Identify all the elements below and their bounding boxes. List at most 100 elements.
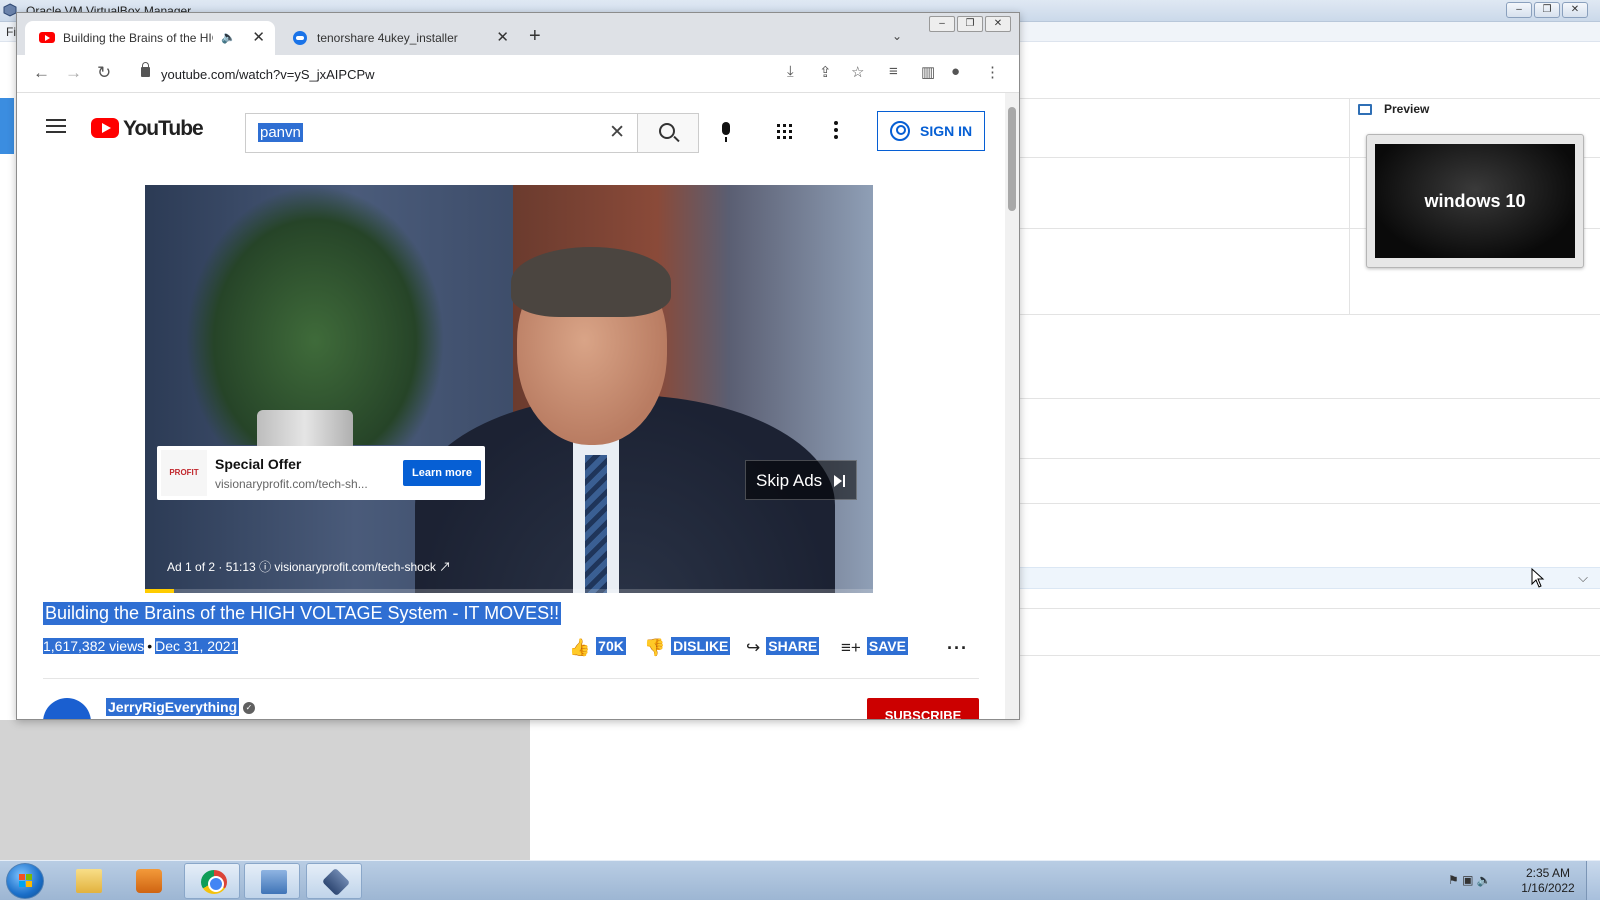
chrome-window: Building the Brains of the HIGH VOLTAGE … bbox=[16, 12, 1020, 720]
control-panel-icon bbox=[261, 870, 287, 894]
taskbar-control-panel[interactable] bbox=[244, 863, 300, 899]
vbox-lower-panel bbox=[0, 720, 530, 860]
taskbar-clock[interactable]: 2:35 AM 1/16/2022 bbox=[1518, 866, 1578, 896]
action-center-flag-icon[interactable]: ⚑ bbox=[1448, 873, 1459, 887]
ad-counter: Ad 1 of 2 · 51:13 bbox=[167, 560, 256, 574]
learn-more-button[interactable]: Learn more bbox=[403, 460, 481, 486]
search-input[interactable]: panvn ✕ bbox=[245, 113, 637, 153]
search-button[interactable] bbox=[637, 113, 699, 153]
search-icon bbox=[659, 123, 675, 139]
close-tab-icon[interactable]: ✕ bbox=[252, 28, 265, 46]
microphone-icon[interactable] bbox=[722, 122, 730, 142]
chrome-menu-icon[interactable]: ⋮ bbox=[985, 63, 1000, 81]
chevron-down-icon[interactable]: ⌵ bbox=[1578, 570, 1588, 586]
ad-url[interactable]: visionaryprofit.com/tech-sh... bbox=[215, 477, 368, 491]
url-text[interactable]: youtube.com/watch?v=yS_jxAIPCPw bbox=[161, 67, 375, 82]
youtube-favicon-icon bbox=[39, 32, 55, 43]
show-desktop-button[interactable] bbox=[1586, 861, 1600, 900]
virtualbox-icon bbox=[321, 867, 351, 897]
tab-youtube[interactable]: Building the Brains of the HIGH VOLTAGE … bbox=[25, 21, 275, 55]
start-button[interactable] bbox=[6, 863, 44, 899]
taskbar-explorer[interactable] bbox=[60, 863, 116, 899]
tab-tenorshare[interactable]: tenorshare 4ukey_installer ✕ bbox=[279, 21, 519, 55]
clock-time: 2:35 AM bbox=[1525, 866, 1571, 880]
advertiser-logo: PROFIT bbox=[161, 450, 207, 496]
subscribe-button[interactable]: SUBSCRIBE bbox=[867, 698, 979, 719]
sign-in-button[interactable]: SIGN IN bbox=[877, 111, 985, 151]
minimize-button[interactable]: – bbox=[1506, 2, 1532, 18]
install-app-icon[interactable]: ⤓ bbox=[787, 63, 794, 80]
close-tab-icon[interactable]: ✕ bbox=[496, 28, 509, 46]
preview-header[interactable]: Preview bbox=[1384, 102, 1429, 116]
restore-button[interactable]: ❐ bbox=[1534, 2, 1560, 18]
channel-name[interactable]: JerryRigEverything bbox=[106, 698, 240, 716]
upload-date: Dec 31, 2021 bbox=[155, 638, 239, 654]
forward-arrow-icon[interactable]: → bbox=[65, 63, 82, 83]
windows-taskbar: ⚑ ▣ 🔈 2:35 AM 1/16/2022 bbox=[0, 860, 1600, 900]
lock-icon[interactable] bbox=[141, 62, 150, 77]
browser-toolbar: ← → ↻ youtube.com/watch?v=yS_jxAIPCPw ⤓ … bbox=[17, 55, 1019, 93]
apps-grid-icon[interactable] bbox=[777, 124, 792, 139]
clock-date: 1/16/2022 bbox=[1521, 881, 1575, 895]
more-actions-icon[interactable]: ··· bbox=[947, 638, 968, 659]
vm-list-selection[interactable] bbox=[0, 98, 14, 154]
taskbar-chrome[interactable] bbox=[184, 863, 240, 899]
settings-kebab-icon[interactable] bbox=[834, 121, 838, 142]
ad-progress-bar[interactable] bbox=[145, 589, 873, 593]
folder-icon bbox=[76, 869, 102, 893]
chrome-window-controls: – ❐ ✕ bbox=[927, 13, 1011, 32]
video-title: Building the Brains of the HIGH VOLTAGE … bbox=[43, 602, 562, 625]
close-button[interactable]: ✕ bbox=[1562, 2, 1588, 18]
search-query[interactable]: panvn bbox=[258, 123, 303, 142]
profile-avatar-icon[interactable]: ● bbox=[951, 63, 960, 80]
address-bar[interactable]: youtube.com/watch?v=yS_jxAIPCPw bbox=[131, 59, 891, 89]
minimize-button[interactable]: – bbox=[929, 16, 955, 32]
save-button[interactable]: ≡+ SAVE bbox=[841, 637, 908, 658]
youtube-wordmark: YouTube bbox=[123, 117, 204, 140]
save-label: SAVE bbox=[866, 637, 908, 655]
sign-in-label: SIGN IN bbox=[920, 123, 973, 139]
menu-file[interactable]: Fi bbox=[6, 25, 16, 39]
tenorshare-favicon-icon bbox=[293, 31, 307, 45]
speaker-icon[interactable]: 🔈 bbox=[221, 30, 236, 44]
share-button[interactable]: ↪ SHARE bbox=[746, 637, 820, 658]
share-label: SHARE bbox=[766, 637, 820, 655]
taskbar-media-player[interactable] bbox=[120, 863, 176, 899]
tab-search-chevron-icon[interactable]: ⌄ bbox=[892, 29, 902, 43]
ad-overlay-card[interactable]: PROFIT Special Offer visionaryprofit.com… bbox=[157, 446, 485, 500]
page-scrollbar[interactable] bbox=[1005, 93, 1019, 719]
ad-link[interactable]: visionaryprofit.com/tech-shock bbox=[274, 560, 435, 574]
dislike-button[interactable]: 👎 DISLIKE bbox=[644, 637, 731, 658]
scrollbar-thumb[interactable] bbox=[1008, 107, 1016, 211]
skip-ads-label: Skip Ads bbox=[756, 471, 823, 490]
hamburger-menu-icon[interactable] bbox=[46, 119, 66, 133]
channel-avatar[interactable] bbox=[43, 698, 91, 719]
info-icon[interactable]: ⓘ bbox=[259, 560, 274, 574]
windows-logo-icon bbox=[19, 874, 32, 887]
back-arrow-icon[interactable]: ← bbox=[33, 63, 50, 83]
ad-title[interactable]: Special Offer bbox=[215, 456, 301, 472]
share-icon[interactable]: ⇪ bbox=[819, 63, 832, 81]
bookmark-star-icon[interactable]: ☆ bbox=[851, 63, 864, 81]
like-button[interactable]: 👍 70K bbox=[569, 637, 626, 658]
media-player-icon bbox=[136, 869, 162, 893]
volume-icon[interactable]: 🔈 bbox=[1477, 873, 1492, 887]
side-panel-icon[interactable]: ▥ bbox=[921, 63, 935, 81]
ad-meta: Ad 1 of 2 · 51:13 ⓘ visionaryprofit.com/… bbox=[167, 558, 451, 575]
taskbar-virtualbox[interactable] bbox=[306, 863, 362, 899]
virtualbox-icon bbox=[3, 3, 17, 17]
youtube-play-icon bbox=[91, 118, 119, 138]
skip-ads-button[interactable]: Skip Ads bbox=[745, 460, 857, 500]
details-section-row[interactable]: ⌵ bbox=[1020, 567, 1600, 589]
reading-list-icon[interactable]: ≡ bbox=[889, 63, 898, 80]
network-icon[interactable]: ▣ bbox=[1462, 873, 1473, 887]
reload-icon[interactable]: ↻ bbox=[97, 63, 111, 83]
restore-button[interactable]: ❐ bbox=[957, 16, 983, 32]
clear-search-icon[interactable]: ✕ bbox=[609, 121, 625, 144]
vm-preview-screen: windows 10 bbox=[1375, 144, 1575, 258]
chrome-icon bbox=[201, 870, 227, 894]
mouse-cursor-icon bbox=[1531, 568, 1545, 588]
video-player[interactable]: PROFIT Special Offer visionaryprofit.com… bbox=[145, 185, 873, 593]
close-button[interactable]: ✕ bbox=[985, 16, 1011, 32]
new-tab-button[interactable]: + bbox=[529, 25, 541, 48]
